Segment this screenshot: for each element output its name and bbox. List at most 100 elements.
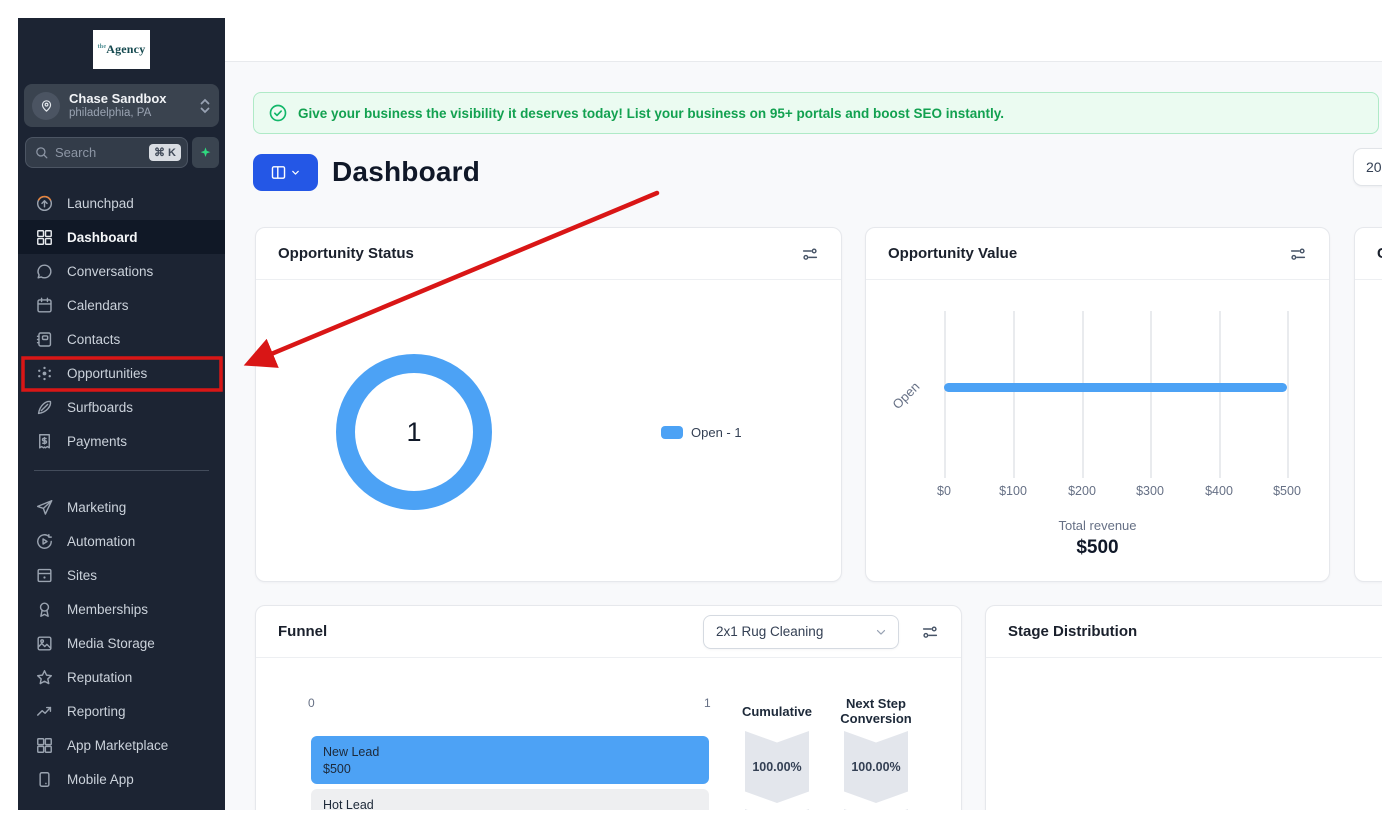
card-settings-icon[interactable] — [921, 623, 939, 641]
account-meta: Chase Sandbox philadelphia, PA — [69, 91, 199, 120]
trend-chart-icon — [35, 702, 54, 721]
sidebar-item-label: Opportunities — [67, 366, 147, 381]
stage-name: Hot Lead — [323, 797, 709, 810]
sidebar-item-label: App Marketplace — [67, 738, 168, 753]
gridline — [1013, 311, 1015, 478]
sidebar-item-sites[interactable]: Sites — [18, 558, 225, 592]
dashboard-icon — [35, 228, 54, 247]
agency-logo-text: theAgency — [98, 42, 146, 57]
next-step-line1: Next Step — [821, 696, 931, 711]
app-window: theAgency Chase Sandbox philadelphia, PA… — [18, 18, 1382, 810]
funnel-stage-new-lead[interactable]: New Lead $500 — [311, 736, 709, 784]
sidebar-item-label: Dashboard — [67, 230, 138, 245]
sidebar-item-label: Mobile App — [67, 772, 134, 787]
partial-card-right: C — [1354, 227, 1382, 582]
sidebar-item-label: Surfboards — [67, 400, 133, 415]
sidebar-item-reputation[interactable]: Reputation — [18, 660, 225, 694]
status-donut-chart[interactable]: 1 — [336, 354, 492, 510]
x-tick: $0 — [914, 484, 974, 498]
sidebar-item-label: Media Storage — [67, 636, 155, 651]
page-title: Dashboard — [332, 156, 480, 188]
date-range-button[interactable]: 20 — [1353, 148, 1382, 186]
account-switcher[interactable]: Chase Sandbox philadelphia, PA — [24, 84, 219, 127]
search-shortcut-badge: ⌘ K — [149, 144, 181, 161]
next-step-line2: Conversion — [821, 711, 931, 726]
x-tick: $100 — [983, 484, 1043, 498]
funnel-axis-max: 1 — [704, 696, 711, 710]
card-settings-icon[interactable] — [1289, 245, 1307, 263]
cumulative-badge-2 — [745, 809, 809, 810]
x-tick: $400 — [1189, 484, 1249, 498]
y-axis-label: Open — [889, 379, 922, 412]
search-input[interactable]: Search ⌘ K — [25, 137, 188, 168]
sidebar-item-label: Payments — [67, 434, 127, 449]
account-name: Chase Sandbox — [69, 91, 199, 106]
sidebar-item-reporting[interactable]: Reporting — [18, 694, 225, 728]
sidebar: theAgency Chase Sandbox philadelphia, PA… — [18, 18, 225, 810]
search-row: Search ⌘ K — [25, 137, 219, 168]
opportunity-value-header: Opportunity Value — [866, 228, 1329, 280]
donut-center-value: 1 — [406, 417, 421, 448]
pipeline-select[interactable]: 2x1 Rug Cleaning — [703, 615, 899, 649]
funnel-stage-hot-lead[interactable]: Hot Lead — [311, 789, 709, 810]
ai-spark-button[interactable] — [192, 137, 219, 168]
sidebar-item-surfboards[interactable]: Surfboards — [18, 390, 225, 424]
sidebar-item-calendars[interactable]: Calendars — [18, 288, 225, 322]
promo-banner-text: Give your business the visibility it des… — [298, 106, 1004, 121]
dashboard-layout-button[interactable] — [253, 154, 318, 191]
partial-card-header: C — [1355, 228, 1382, 280]
receipt-dollar-icon — [35, 432, 54, 451]
chevron-down-icon — [290, 167, 301, 178]
sidebar-item-contacts[interactable]: Contacts — [18, 322, 225, 356]
agency-logo[interactable]: theAgency — [93, 30, 150, 69]
launchpad-icon — [35, 194, 54, 213]
card-title: Funnel — [278, 623, 703, 640]
stage-name: New Lead — [323, 744, 709, 761]
stage-distribution-card: Stage Distribution — [985, 605, 1382, 810]
layout-columns-icon — [270, 164, 287, 181]
card-title: Opportunity Status — [278, 245, 801, 262]
sidebar-item-automation[interactable]: Automation — [18, 524, 225, 558]
total-revenue-value: $500 — [866, 537, 1329, 559]
sidebar-item-media-storage[interactable]: Media Storage — [18, 626, 225, 660]
sidebar-item-marketing[interactable]: Marketing — [18, 490, 225, 524]
sidebar-item-launchpad[interactable]: Launchpad — [18, 186, 225, 220]
location-pin-icon — [32, 92, 60, 120]
opportunity-status-card: Opportunity Status 1 Open - 1 — [255, 227, 842, 582]
card-title: Opportunity Value — [888, 245, 1289, 262]
sidebar-item-label: Reputation — [67, 670, 132, 685]
card-settings-icon[interactable] — [801, 245, 819, 263]
sidebar-item-payments[interactable]: Payments — [18, 424, 225, 458]
card-title: C — [1377, 245, 1382, 262]
account-location: philadelphia, PA — [69, 106, 199, 120]
paper-plane-icon — [35, 498, 54, 517]
status-legend[interactable]: Open - 1 — [661, 425, 742, 440]
chevron-down-icon — [874, 625, 888, 639]
sidebar-nav-secondary: Marketing Automation Sites Memberships M… — [18, 490, 225, 796]
sidebar-item-label: Reporting — [67, 704, 126, 719]
top-bar — [225, 18, 1382, 62]
next-step-badge-2: 0.00% — [844, 809, 908, 810]
sidebar-item-dashboard[interactable]: Dashboard — [18, 220, 225, 254]
award-ribbon-icon — [35, 600, 54, 619]
sidebar-item-opportunities[interactable]: Opportunities — [18, 356, 225, 390]
chevron-up-down-icon — [199, 98, 211, 114]
sidebar-item-label: Sites — [67, 568, 97, 583]
total-revenue-label: Total revenue — [866, 518, 1329, 533]
cumulative-value: 100.00% — [752, 760, 801, 774]
promo-banner[interactable]: Give your business the visibility it des… — [253, 92, 1379, 134]
next-step-badge: 100.00% — [844, 731, 908, 803]
gridline — [944, 311, 946, 478]
sidebar-item-app-marketplace[interactable]: App Marketplace — [18, 728, 225, 762]
search-icon — [34, 145, 49, 160]
sidebar-item-conversations[interactable]: Conversations — [18, 254, 225, 288]
sidebar-item-memberships[interactable]: Memberships — [18, 592, 225, 626]
opportunities-icon — [35, 364, 54, 383]
pipeline-select-value: 2x1 Rug Cleaning — [716, 624, 874, 639]
spark-icon — [199, 146, 212, 159]
legend-label: Open - 1 — [691, 425, 742, 440]
main-content: Give your business the visibility it des… — [225, 18, 1382, 810]
sidebar-item-mobile-app[interactable]: Mobile App — [18, 762, 225, 796]
surfboard-icon — [35, 398, 54, 417]
sidebar-item-label: Calendars — [67, 298, 129, 313]
